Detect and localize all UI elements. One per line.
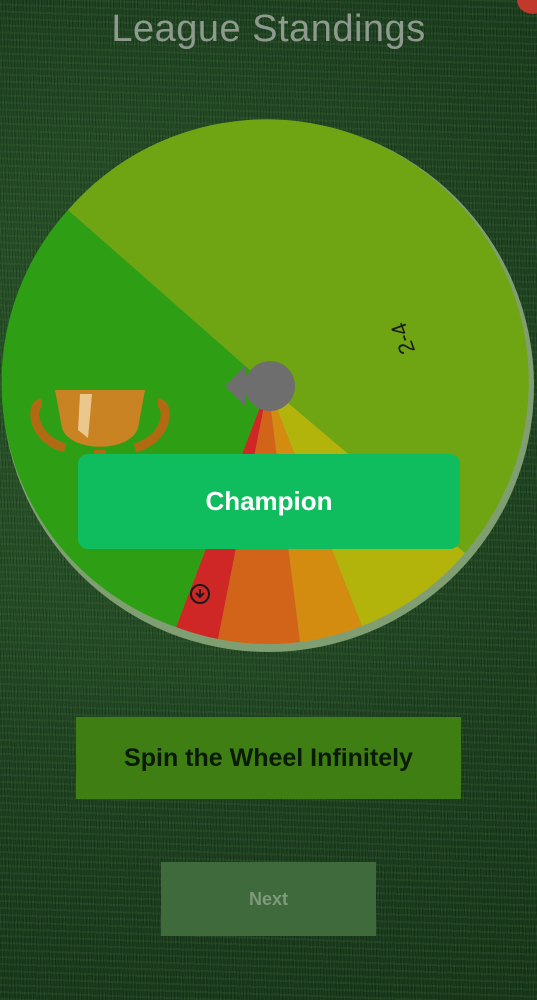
- wheel-graphic[interactable]: 2-4 5-8 9-12 13-16: [0, 118, 537, 658]
- next-button[interactable]: Next: [161, 862, 376, 936]
- next-button-label: Next: [248, 888, 288, 909]
- result-card: Champion: [78, 454, 460, 549]
- spin-button-label: Spin the Wheel Infinitely: [124, 743, 413, 772]
- prize-wheel[interactable]: 2-4 5-8 9-12 13-16: [0, 118, 537, 658]
- spin-wheel-button[interactable]: Spin the Wheel Infinitely: [76, 717, 461, 799]
- page-title: League Standings: [111, 8, 426, 50]
- result-label: Champion: [205, 486, 333, 516]
